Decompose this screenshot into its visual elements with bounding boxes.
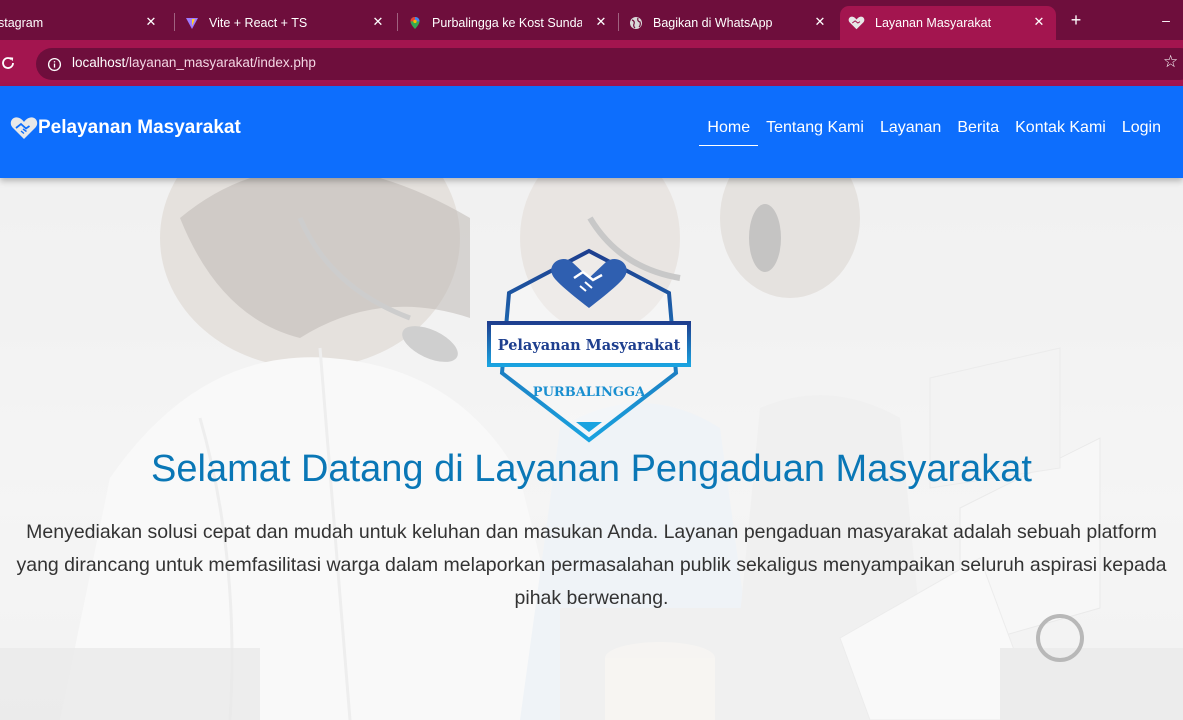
nav-login[interactable]: Login	[1114, 118, 1169, 146]
logo-line2: PURBALINGGA	[533, 385, 646, 400]
hero-description: Menyediakan solusi cepat dan mudah untuk…	[16, 521, 1167, 609]
close-icon[interactable]: ✕	[1030, 13, 1048, 31]
browser-tab-strip: stagram ✕ Vite + React + TS ✕ Purbalingg…	[0, 0, 1183, 40]
vite-icon	[186, 18, 198, 29]
brand[interactable]: Pelayanan Masyarakat	[10, 116, 241, 140]
tab-title: Vite + React + TS	[209, 16, 308, 30]
close-icon[interactable]: ✕	[592, 13, 610, 31]
nav-berita[interactable]: Berita	[949, 118, 1007, 146]
hero-title: Selamat Datang di Layanan Pengaduan Masy…	[151, 448, 1032, 490]
close-icon[interactable]: ✕	[142, 13, 160, 31]
tab-divider	[174, 13, 175, 31]
logo-line1: Pelayanan Masyarakat	[498, 337, 681, 354]
tab-divider	[618, 13, 619, 31]
tab-vite[interactable]: Vite + React + TS ✕	[185, 6, 395, 40]
tab-instagram[interactable]: stagram ✕	[0, 6, 168, 40]
brand-text: Pelayanan Masyarakat	[38, 117, 241, 138]
nav-home[interactable]: Home	[699, 118, 759, 146]
new-tab-button[interactable]: +	[1066, 10, 1086, 30]
nav-layanan[interactable]: Layanan	[872, 118, 949, 146]
url-text[interactable]: localhost/layanan_masyarakat/index.php	[72, 55, 316, 70]
minimize-button[interactable]: –	[1158, 10, 1174, 30]
heart-handshake-icon	[848, 16, 865, 30]
hero-section: Pelayanan Masyarakat PURBALINGGA Selamat…	[0, 178, 1183, 720]
bookmark-star-icon[interactable]: ☆	[1163, 52, 1178, 72]
nav-links: Home Tentang Kami Layanan Berita Kontak …	[699, 118, 1169, 146]
url-path: /layanan_masyarakat/index.php	[125, 55, 316, 70]
reload-icon[interactable]	[0, 53, 18, 73]
google-maps-icon	[410, 17, 420, 29]
tab-title: Layanan Masyarakat	[875, 16, 992, 30]
heart-handshake-icon	[10, 117, 38, 139]
close-icon[interactable]: ✕	[811, 13, 829, 31]
tab-title: Bagikan di WhatsApp	[653, 16, 773, 30]
globe-icon	[630, 17, 642, 29]
tab-title: Purbalingga ke Kost Sundari	[432, 16, 582, 30]
tab-layanan-masyarakat[interactable]: Layanan Masyarakat ✕	[840, 6, 1056, 40]
pelayanan-masyarakat-logo: Pelayanan Masyarakat PURBALINGGA	[487, 248, 691, 443]
tab-whatsapp[interactable]: Bagikan di WhatsApp ✕	[629, 6, 837, 40]
close-icon[interactable]: ✕	[369, 13, 387, 31]
nav-kontak-kami[interactable]: Kontak Kami	[1007, 118, 1114, 146]
url-host: localhost	[72, 55, 126, 70]
tab-divider	[397, 13, 398, 31]
tab-title: stagram	[0, 16, 44, 30]
nav-tentang-kami[interactable]: Tentang Kami	[758, 118, 872, 146]
site-navbar: Pelayanan Masyarakat Home Tentang Kami L…	[0, 86, 1183, 178]
site-info-icon[interactable]	[44, 54, 64, 74]
tab-maps[interactable]: Purbalingga ke Kost Sundari ✕	[408, 6, 618, 40]
